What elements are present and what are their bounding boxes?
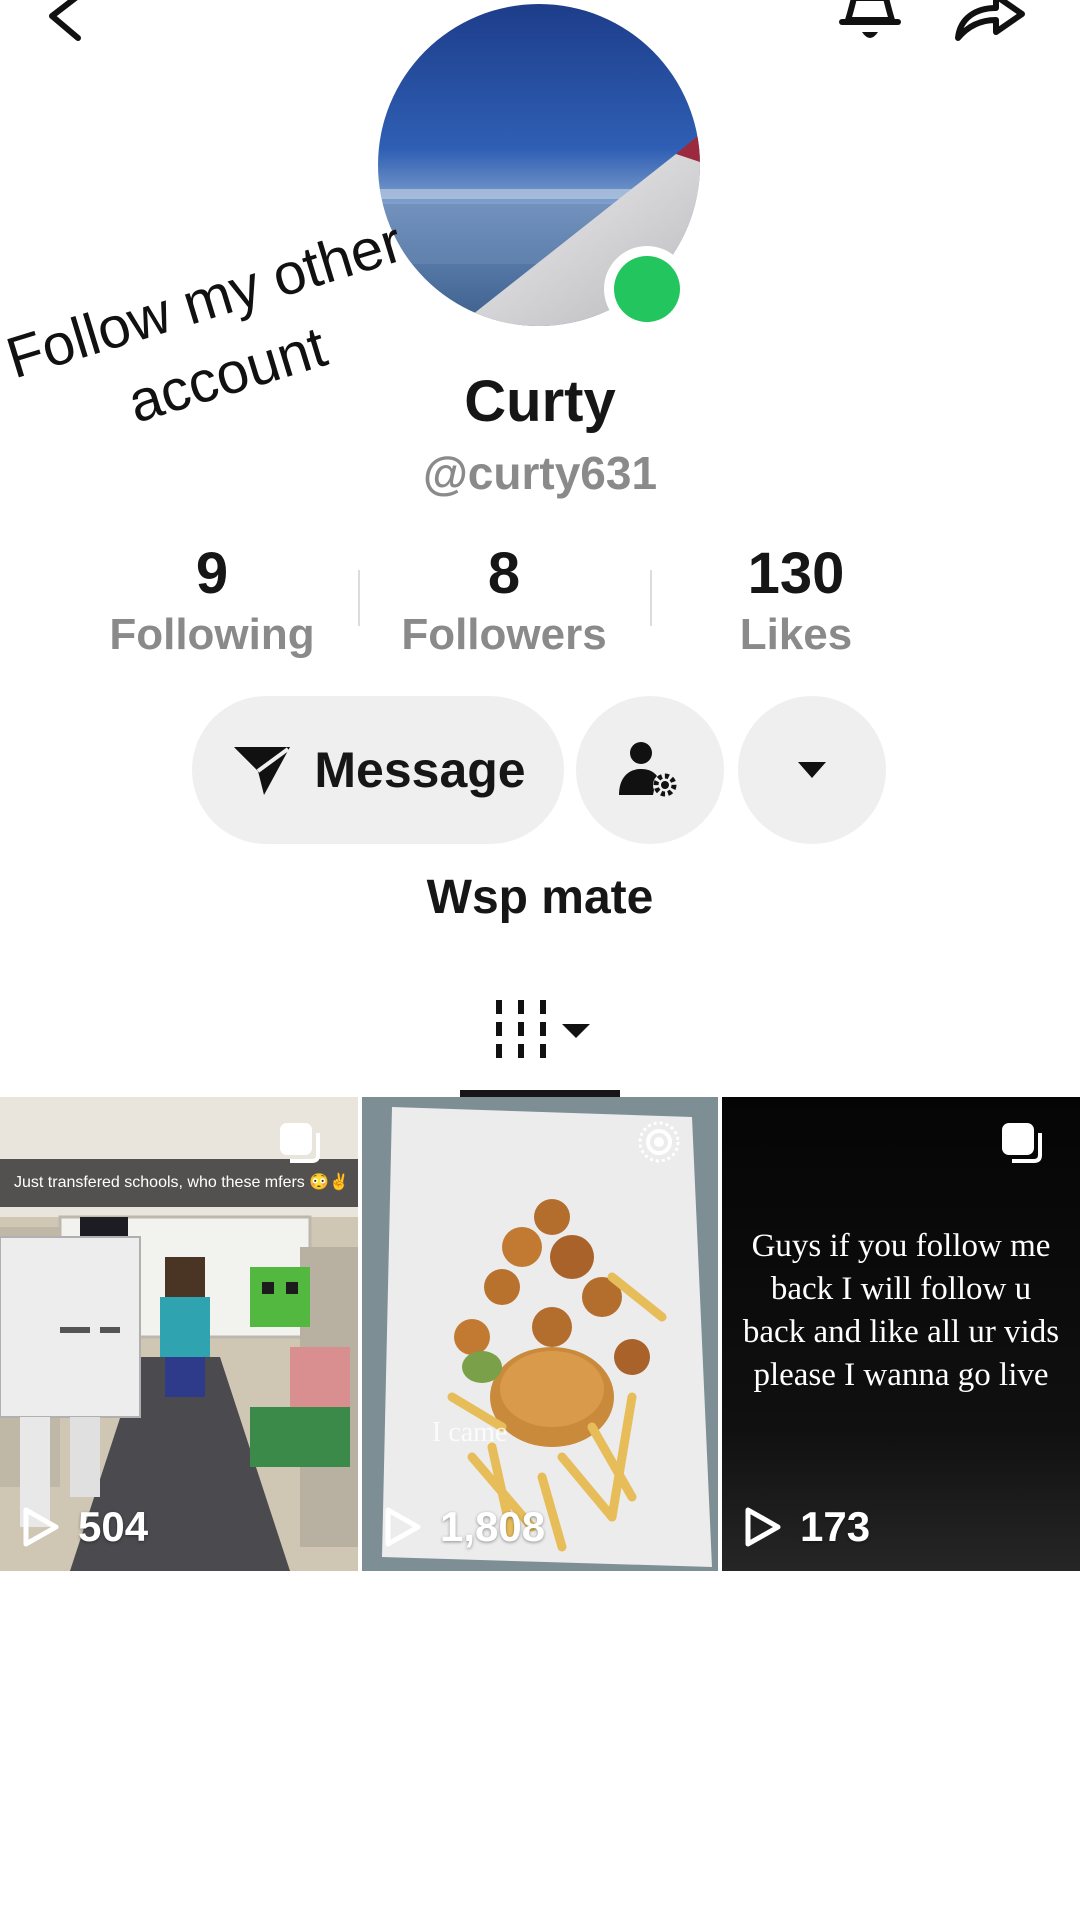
view-count: 504 — [22, 1503, 148, 1551]
notification-bell-button[interactable] — [836, 0, 904, 50]
stat-following[interactable]: 9 Following — [66, 540, 358, 670]
views-count: 1,808 — [440, 1503, 546, 1550]
video-caption: Just transfered schools, who these mfers… — [0, 1159, 358, 1207]
views-count: 504 — [78, 1503, 149, 1550]
view-count: 1,808 — [384, 1503, 545, 1551]
target-icon — [638, 1121, 680, 1163]
message-button[interactable]: Message — [192, 696, 564, 844]
tab-active-indicator — [460, 1090, 620, 1097]
share-arrow-icon — [955, 0, 1025, 41]
stat-likes[interactable]: 130 Likes — [650, 540, 942, 670]
stat-label: Following — [109, 610, 315, 659]
video-thumbnail-food — [362, 1097, 718, 1571]
sticker-text: Follow my other account — [0, 199, 449, 477]
caret-down-icon — [562, 1024, 590, 1038]
tab-videos[interactable] — [460, 990, 620, 1094]
chevron-left-icon — [49, 0, 81, 41]
stat-label: Likes — [739, 610, 853, 659]
back-button[interactable] — [44, 0, 88, 46]
views-count: 173 — [800, 1503, 871, 1550]
stat-followers[interactable]: 8 Followers — [358, 540, 650, 670]
stat-value: 130 — [747, 541, 845, 606]
bell-icon — [839, 0, 901, 38]
video-overlay-text: I came — [432, 1417, 508, 1448]
send-icon — [234, 747, 291, 795]
play-icon — [23, 1507, 59, 1547]
caret-down-icon — [798, 762, 826, 778]
share-button[interactable] — [950, 0, 1030, 48]
video-tile[interactable]: Guys if you follow me back I will follow… — [722, 1097, 1080, 1571]
stat-value: 9 — [195, 541, 229, 606]
stat-divider — [650, 570, 652, 626]
online-status-dot — [604, 246, 690, 332]
video-grid: Just transfered schools, who these mfers… — [0, 1097, 1080, 1571]
carousel-icon — [280, 1123, 320, 1163]
username: @curty631 — [422, 447, 658, 499]
stat-divider — [358, 570, 360, 626]
display-name: Curty — [464, 369, 616, 434]
video-overlay-text: Guys if you follow me back I will follow… — [742, 1228, 1060, 1393]
profile-stats: 9 Following 8 Followers 130 Likes — [66, 540, 942, 670]
carousel-icon — [1002, 1123, 1042, 1163]
user-gear-icon — [619, 742, 677, 797]
play-icon — [385, 1507, 421, 1547]
profile-settings-button[interactable] — [576, 696, 724, 844]
stat-label: Followers — [401, 610, 607, 659]
video-tile[interactable]: I came 1,808 — [362, 1097, 718, 1571]
message-label: Message — [314, 742, 526, 798]
grid-lines-icon — [496, 1000, 590, 1058]
more-options-button[interactable] — [738, 696, 886, 844]
profile-bio: Wsp mate — [426, 871, 654, 924]
stat-value: 8 — [487, 541, 521, 606]
view-count: 173 — [744, 1503, 870, 1551]
video-tile[interactable]: Just transfered schools, who these mfers… — [0, 1097, 358, 1571]
play-icon — [745, 1507, 781, 1547]
